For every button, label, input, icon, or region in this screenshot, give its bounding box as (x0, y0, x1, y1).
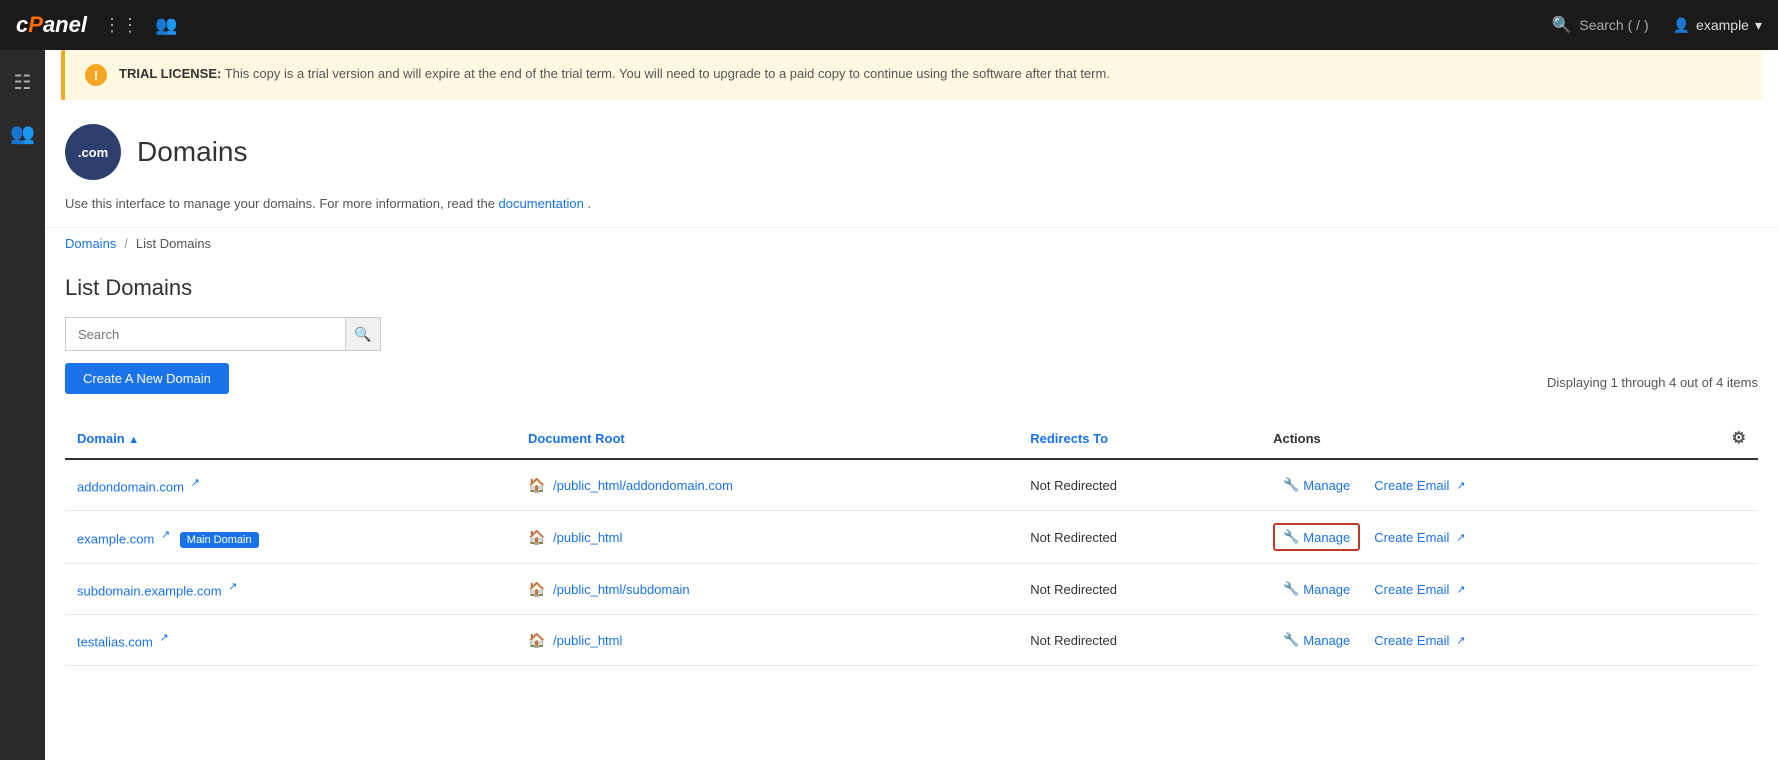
doc-root-cell: 🏠 /public_html (516, 511, 1018, 564)
trial-banner-icon: ! (85, 64, 107, 86)
wrench-icon: 🔧 (1283, 632, 1299, 648)
domain-cell: addondomain.com ↗ (65, 459, 516, 511)
home-icon: 🏠 (528, 477, 545, 493)
wrench-icon: 🔧 (1283, 477, 1299, 493)
trial-banner: ! TRIAL LICENSE: This copy is a trial ve… (61, 50, 1762, 100)
settings-icon[interactable]: ⚙ (1732, 428, 1746, 448)
actions-cell: 🔧 Manage Create Email ↗ (1261, 564, 1758, 615)
th-document-root[interactable]: Document Root (516, 418, 1018, 459)
trial-banner-message: This copy is a trial version and will ex… (225, 66, 1110, 81)
manage-button-highlighted[interactable]: 🔧 Manage (1273, 523, 1360, 551)
search-label: Search ( / ) (1579, 17, 1648, 33)
main-content: ! TRIAL LICENSE: This copy is a trial ve… (45, 50, 1778, 760)
domain-link[interactable]: subdomain.example.com (77, 583, 222, 598)
doc-root-link[interactable]: /public_html (553, 633, 622, 648)
redirects-to-cell: Not Redirected (1018, 564, 1261, 615)
manage-button[interactable]: 🔧 Manage (1273, 627, 1360, 653)
domain-cell: testalias.com ↗ (65, 615, 516, 666)
create-email-button[interactable]: Create Email ↗ (1364, 525, 1475, 550)
actions-cell: 🔧 Manage Create Email ↗ (1261, 459, 1758, 511)
main-domain-badge: Main Domain (180, 532, 259, 548)
doc-root-link[interactable]: /public_html/addondomain.com (553, 478, 733, 493)
table-row: testalias.com ↗ 🏠 /public_html Not Redir… (65, 615, 1758, 666)
external-link-icon[interactable]: ↗ (160, 632, 169, 644)
breadcrumb-separator: / (124, 236, 128, 251)
create-email-ext-icon: ↗ (1456, 531, 1465, 544)
wrench-icon: 🔧 (1283, 581, 1299, 597)
actions-cell: 🔧 Manage Create Email ↗ (1261, 511, 1758, 564)
user-menu[interactable]: 👤 example ▾ (1673, 17, 1762, 34)
th-domain[interactable]: Domain ▲ (65, 418, 516, 459)
redirects-to-cell: Not Redirected (1018, 615, 1261, 666)
top-navigation: cPanel ⋮⋮ 👥 🔍 Search ( / ) 👤 example ▾ (0, 0, 1778, 50)
trial-banner-text: TRIAL LICENSE: This copy is a trial vers… (119, 64, 1110, 84)
wrench-icon: 🔧 (1283, 529, 1299, 545)
external-link-icon[interactable]: ↗ (161, 529, 170, 541)
display-count: Displaying 1 through 4 out of 4 items (1547, 375, 1758, 390)
breadcrumb: Domains / List Domains (45, 227, 1778, 259)
page-title: Domains (137, 136, 247, 168)
page-header: .com Domains (45, 100, 1778, 188)
create-email-button[interactable]: Create Email ↗ (1364, 628, 1475, 653)
th-actions: Actions ⚙ (1261, 418, 1758, 459)
search-input[interactable] (65, 317, 345, 351)
domain-icon: .com (65, 124, 121, 180)
create-email-ext-icon: ↗ (1456, 634, 1465, 647)
global-search[interactable]: 🔍 Search ( / ) (1551, 15, 1648, 35)
search-row: 🔍 (65, 317, 1758, 351)
grid-icon[interactable]: ⋮⋮ (103, 15, 139, 36)
create-email-button[interactable]: Create Email ↗ (1364, 577, 1475, 602)
list-domains-title: List Domains (65, 275, 1758, 301)
external-link-icon[interactable]: ↗ (191, 477, 200, 489)
doc-root-cell: 🏠 /public_html (516, 615, 1018, 666)
documentation-link[interactable]: documentation (499, 196, 584, 211)
sidebar-grid-icon[interactable]: ☷ (6, 62, 40, 103)
search-button[interactable]: 🔍 (345, 317, 381, 351)
home-icon: 🏠 (528, 529, 545, 545)
manage-button[interactable]: 🔧 Manage (1273, 576, 1360, 602)
user-icon: 👤 (1673, 17, 1690, 34)
create-new-domain-button[interactable]: Create A New Domain (65, 363, 229, 394)
sidebar-users-icon[interactable]: 👥 (2, 113, 43, 154)
manage-button[interactable]: 🔧 Manage (1273, 472, 1360, 498)
doc-root-cell: 🏠 /public_html/subdomain (516, 564, 1018, 615)
table-row: example.com ↗ Main Domain 🏠 /public_html… (65, 511, 1758, 564)
doc-root-link[interactable]: /public_html (553, 530, 622, 545)
domain-link[interactable]: addondomain.com (77, 479, 184, 494)
sidebar: ☷ 👥 (0, 50, 45, 760)
sort-arrow-icon: ▲ (128, 434, 139, 446)
domains-table: Domain ▲ Document Root Redirects To Acti… (65, 418, 1758, 666)
trial-banner-bold: TRIAL LICENSE: (119, 66, 221, 81)
home-icon: 🏠 (528, 581, 545, 597)
cpanel-logo: cPanel (16, 12, 87, 38)
search-icon: 🔍 (1551, 15, 1571, 35)
doc-root-link[interactable]: /public_html/subdomain (553, 582, 690, 597)
page-description: Use this interface to manage your domain… (45, 188, 1778, 227)
user-label: example (1696, 17, 1749, 33)
redirects-to-cell: Not Redirected (1018, 511, 1261, 564)
home-icon: 🏠 (528, 632, 545, 648)
domain-link[interactable]: example.com (77, 531, 154, 546)
domain-cell: subdomain.example.com ↗ (65, 564, 516, 615)
create-email-button[interactable]: Create Email ↗ (1364, 473, 1475, 498)
table-row: subdomain.example.com ↗ 🏠 /public_html/s… (65, 564, 1758, 615)
content-area: List Domains 🔍 Create A New Domain Displ… (45, 259, 1778, 682)
create-email-ext-icon: ↗ (1456, 479, 1465, 492)
table-row: addondomain.com ↗ 🏠 /public_html/addondo… (65, 459, 1758, 511)
actions-cell: 🔧 Manage Create Email ↗ (1261, 615, 1758, 666)
breadcrumb-current: List Domains (136, 236, 211, 251)
doc-root-cell: 🏠 /public_html/addondomain.com (516, 459, 1018, 511)
user-caret-icon: ▾ (1755, 17, 1762, 34)
breadcrumb-parent[interactable]: Domains (65, 236, 116, 251)
redirects-to-cell: Not Redirected (1018, 459, 1261, 511)
users-nav-icon[interactable]: 👥 (155, 15, 177, 36)
domain-cell: example.com ↗ Main Domain (65, 511, 516, 564)
domain-link[interactable]: testalias.com (77, 634, 153, 649)
th-redirects-to[interactable]: Redirects To (1018, 418, 1261, 459)
create-email-ext-icon: ↗ (1456, 583, 1465, 596)
external-link-icon[interactable]: ↗ (228, 581, 237, 593)
